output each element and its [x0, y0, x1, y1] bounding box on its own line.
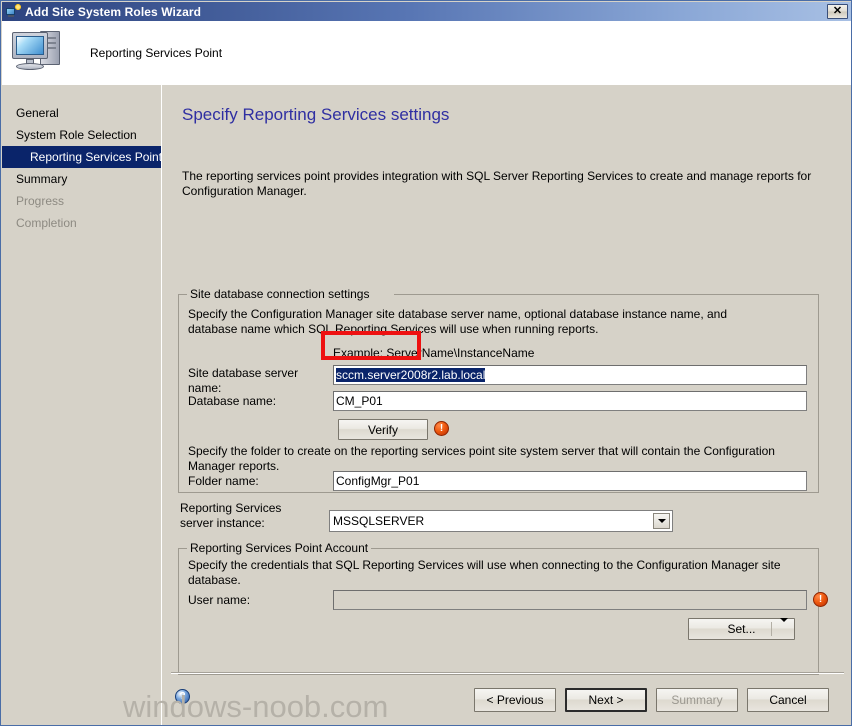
sidebar-item-general[interactable]: General: [2, 102, 161, 124]
footer-separator: [171, 672, 844, 674]
folder-name-input[interactable]: ConfigMgr_P01: [333, 471, 807, 491]
wizard-content-pane: Specify Reporting Services settings The …: [163, 85, 851, 725]
server-name-label: Site database server name:: [188, 366, 323, 396]
close-icon[interactable]: ✕: [827, 4, 848, 19]
wizard-step-sidebar: General System Role Selection Reporting …: [2, 85, 162, 725]
user-name-label: User name:: [188, 593, 251, 607]
user-name-input[interactable]: [333, 590, 807, 610]
previous-button[interactable]: < Previous: [474, 688, 556, 712]
window-title: Add Site System Roles Wizard: [25, 4, 202, 19]
cancel-button[interactable]: Cancel: [747, 688, 829, 712]
window-titlebar: Add Site System Roles Wizard ✕: [2, 2, 851, 21]
sidebar-item-completion: Completion: [16, 216, 77, 230]
reporting-services-point-account-group: Reporting Services Point Account Specify…: [178, 541, 828, 675]
server-name-input[interactable]: sccm.server2008r2.lab.local: [333, 365, 807, 385]
server-instance-value: MSSQLSERVER: [333, 514, 425, 528]
server-instance-label-line2: server instance:: [180, 516, 265, 530]
help-question-icon[interactable]: ?: [175, 689, 190, 704]
account-group-description: Specify the credentials that SQL Reporti…: [188, 558, 781, 587]
set-account-button-label: Set...: [727, 622, 756, 636]
banner-title: Reporting Services Point: [90, 46, 223, 60]
wizard-computer-icon: [5, 3, 21, 20]
computer-icon: [10, 25, 74, 81]
site-database-connection-legend: Site database connection settings: [187, 287, 373, 301]
sidebar-item-system-role-selection[interactable]: System Role Selection: [2, 124, 161, 146]
wizard-step-list: General System Role Selection Reporting …: [2, 102, 162, 234]
wizard-footer: ? < Previous Next > Summary Cancel: [163, 675, 851, 725]
chevron-down-icon[interactable]: [653, 513, 670, 529]
sidebar-item-progress: Progress: [16, 194, 65, 208]
verify-button[interactable]: Verify: [338, 419, 428, 440]
wizard-banner: Reporting Services Point: [2, 21, 851, 85]
database-name-input[interactable]: CM_P01: [333, 391, 807, 411]
summary-button: Summary: [656, 688, 738, 712]
server-instance-label: Reporting Services server instance:: [180, 501, 281, 531]
set-account-button[interactable]: Set...: [688, 618, 795, 640]
set-button-divider: [771, 622, 772, 636]
folder-description: Specify the folder to create on the repo…: [188, 444, 775, 473]
page-intro-text: The reporting services point provides in…: [182, 169, 812, 198]
database-name-label: Database name:: [188, 394, 277, 408]
site-database-connection-group: Site database connection settings Specif…: [178, 287, 819, 493]
verify-error-exclamation-icon: !: [434, 421, 449, 436]
account-group-legend: Reporting Services Point Account: [187, 541, 372, 555]
server-name-value: sccm.server2008r2.lab.local: [336, 368, 486, 382]
chevron-down-icon[interactable]: [780, 618, 788, 636]
sidebar-item-summary[interactable]: Summary: [2, 168, 161, 190]
next-button[interactable]: Next >: [565, 688, 647, 712]
page-title: Specify Reporting Services settings: [182, 105, 450, 124]
db-group-description: Specify the Configuration Manager site d…: [188, 307, 728, 336]
server-instance-label-line1: Reporting Services: [180, 501, 282, 515]
server-name-label-text: Site database server name:: [188, 366, 299, 395]
server-instance-dropdown[interactable]: MSSQLSERVER: [329, 510, 673, 532]
wizard-window: Add Site System Roles Wizard ✕ Reporting…: [0, 0, 852, 726]
db-instance-example: Example: ServerName\InstanceName: [333, 346, 535, 360]
sidebar-item-reporting-services-point[interactable]: Reporting Services Point: [2, 146, 162, 168]
folder-name-label: Folder name:: [188, 474, 259, 488]
user-name-error-exclamation-icon: !: [813, 592, 828, 607]
